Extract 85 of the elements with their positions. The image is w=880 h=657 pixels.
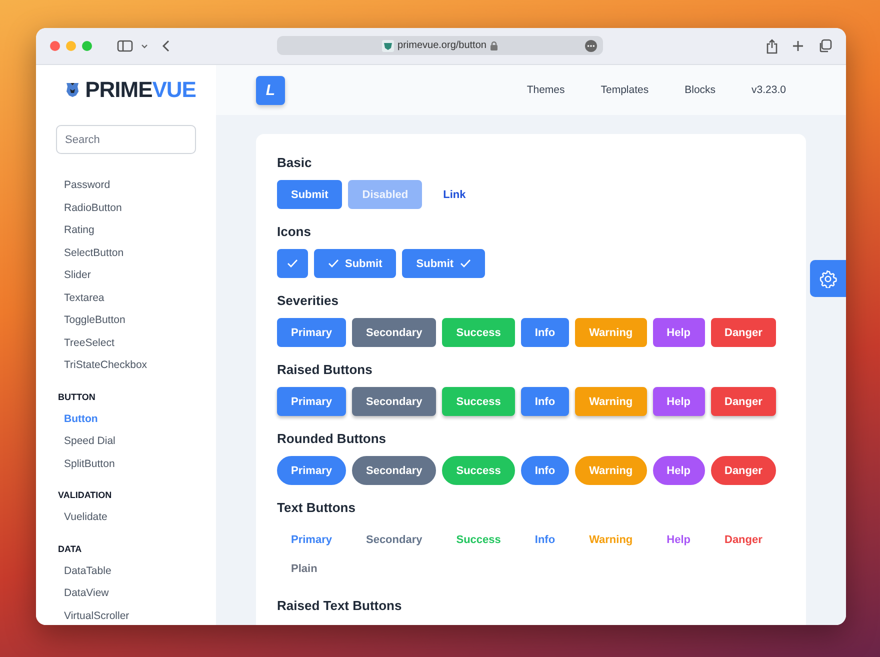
demo-button[interactable]: Submit — [402, 249, 485, 278]
section-title: Icons — [277, 224, 312, 240]
tabs-overview-icon[interactable] — [818, 39, 832, 53]
demo-button[interactable]: Warning — [575, 387, 647, 416]
demo-button[interactable]: Secondary — [352, 525, 436, 554]
sidebar-item[interactable]: Button — [56, 408, 196, 430]
lock-icon — [490, 40, 498, 50]
section-title: Basic — [277, 155, 313, 171]
demo-button[interactable]: Primary — [277, 387, 346, 416]
sidebar-section-header: VALIDATION — [57, 489, 113, 502]
demo-button[interactable]: Secondary — [352, 387, 436, 416]
section-title: Raised Text Buttons — [277, 598, 403, 614]
sidebar-section-header: BUTTON — [57, 390, 96, 404]
section-title: Rounded Buttons — [277, 431, 388, 447]
sidebar-item[interactable]: Slider — [56, 264, 196, 286]
nav-link[interactable]: Themes — [526, 84, 565, 96]
sidebar-item[interactable]: VirtualScroller — [56, 604, 196, 625]
nav-link[interactable]: Blocks — [684, 84, 716, 96]
sidebar-item[interactable]: SelectButton — [56, 242, 196, 264]
sidebar-toggle-icon[interactable] — [117, 40, 133, 52]
demo-button[interactable]: Info — [520, 387, 570, 416]
demo-button[interactable]: Plain — [277, 554, 332, 583]
demo-button[interactable]: Submit — [277, 180, 342, 209]
chevron-down-icon[interactable] — [141, 44, 148, 48]
nav-link[interactable]: v3.23.0 — [752, 84, 786, 96]
sidebar-item[interactable]: SplitButton — [56, 452, 196, 475]
demo-button[interactable]: Warning — [575, 525, 647, 554]
address-bar[interactable]: primevue.org/button — [277, 36, 603, 55]
section-title: Raised Buttons — [277, 362, 374, 378]
demo-button[interactable]: Help — [652, 387, 704, 416]
demo-button[interactable]: Primary — [277, 318, 346, 347]
sidebar-item[interactable]: ToggleButton — [56, 309, 196, 332]
demo-button[interactable]: Secondary — [352, 318, 436, 347]
new-tab-icon[interactable] — [792, 40, 804, 52]
demo-button[interactable]: Help — [652, 525, 704, 554]
sidebar-item[interactable]: Vuelidate — [56, 506, 196, 528]
settings-button[interactable] — [810, 260, 846, 297]
check-icon — [460, 259, 471, 268]
demo-button[interactable]: Help — [652, 456, 704, 485]
demo-button[interactable]: Danger — [710, 525, 776, 554]
sidebar-item[interactable]: RadioButton — [56, 196, 196, 219]
demo-button[interactable]: Warning — [575, 456, 647, 485]
section-title: Text Buttons — [277, 500, 356, 516]
sidebar-item[interactable]: DataTable — [56, 560, 196, 582]
sidebar-item[interactable]: DataView — [56, 582, 196, 604]
back-icon[interactable] — [162, 40, 170, 52]
close-window-button[interactable] — [50, 41, 60, 51]
share-icon[interactable] — [766, 38, 778, 54]
demo-button[interactable]: Primary — [277, 456, 346, 485]
demo-button[interactable]: Success — [442, 387, 515, 416]
layout-badge[interactable]: L — [256, 76, 285, 104]
sidebar-item[interactable]: TreeSelect — [56, 332, 196, 354]
more-icon[interactable] — [585, 40, 597, 52]
demo-button[interactable]: Info — [520, 525, 570, 554]
link-button[interactable]: Link — [428, 180, 481, 209]
demo-button[interactable]: Success — [442, 456, 515, 485]
site-icon — [382, 40, 394, 52]
demo-button[interactable]: Info — [520, 456, 570, 485]
check-icon — [287, 259, 298, 268]
sidebar-section-header: DATA — [57, 542, 83, 556]
check-icon — [328, 259, 339, 268]
demo-button[interactable]: Warning — [575, 318, 647, 347]
demo-button[interactable]: Danger — [710, 318, 776, 347]
demo-button[interactable]: Submit — [314, 249, 396, 278]
sidebar-item[interactable]: Rating — [56, 219, 196, 242]
nav-link[interactable]: Templates — [600, 84, 649, 96]
demo-button[interactable]: Secondary — [352, 456, 436, 485]
demo-button[interactable]: Success — [442, 318, 515, 347]
check-button[interactable] — [277, 249, 308, 278]
search-field[interactable]: Search — [56, 125, 196, 154]
demo-button[interactable]: Danger — [710, 456, 776, 485]
sidebar-item[interactable]: Password — [56, 174, 196, 196]
demo-button[interactable]: Danger — [710, 387, 776, 416]
sidebar-item[interactable]: Speed Dial — [56, 430, 196, 452]
brand-name-accent: VUE — [152, 77, 196, 103]
demo-button[interactable]: Primary — [277, 525, 346, 554]
brand-name: PRIME — [85, 77, 152, 103]
demo-button[interactable]: Success — [442, 525, 515, 554]
demo-button[interactable]: Info — [520, 318, 570, 347]
settings-icon — [819, 270, 837, 288]
section-title: Severities — [277, 293, 340, 309]
url-text: primevue.org/button — [398, 40, 486, 51]
sidebar-item[interactable]: Textarea — [56, 286, 196, 309]
demo-button[interactable]: Help — [652, 318, 704, 347]
sidebar-item[interactable]: TriStateCheckbox — [56, 354, 196, 376]
